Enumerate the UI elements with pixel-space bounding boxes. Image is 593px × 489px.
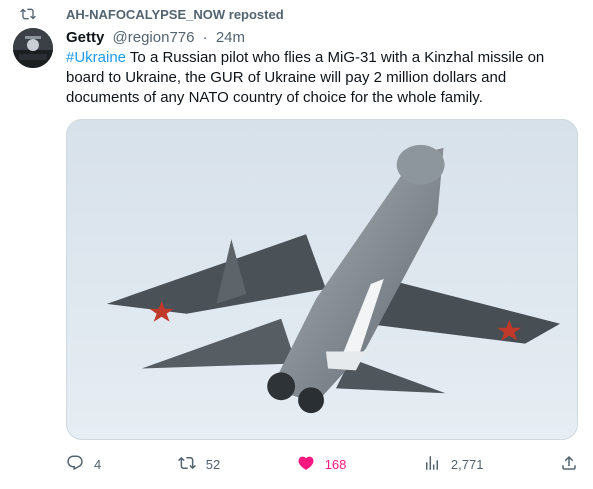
share-button[interactable]	[560, 454, 578, 475]
avatar[interactable]	[13, 28, 53, 68]
reply-icon	[66, 454, 84, 475]
reply-button[interactable]: 4	[66, 454, 101, 475]
views-button[interactable]: 2,771	[423, 454, 484, 475]
separator: ·	[202, 29, 208, 46]
views-count: 2,771	[450, 456, 484, 472]
author-name[interactable]: Getty	[66, 29, 104, 46]
like-count: 168	[324, 456, 347, 472]
views-icon	[423, 454, 441, 475]
repost-header: AH-NAFOCALYPSE_NOW reposted	[0, 5, 284, 23]
reply-count: 4	[94, 456, 102, 472]
author-handle[interactable]: @region776	[113, 29, 195, 46]
share-icon	[560, 454, 578, 475]
repost-icon	[0, 6, 50, 22]
tweet-image[interactable]	[66, 119, 578, 440]
tweet-body: To a Russian pilot who flies a MiG-31 wi…	[66, 49, 545, 106]
heart-icon	[297, 454, 315, 475]
repost-button[interactable]: 52	[177, 454, 221, 475]
tweet-text: #Ukraine To a Russian pilot who flies a …	[66, 48, 581, 108]
repost-count: 52	[205, 456, 221, 472]
tweet-header: Getty @region776 · 24m	[66, 28, 245, 48]
repost-icon	[177, 454, 196, 475]
timestamp[interactable]: 24m	[216, 29, 245, 46]
tweet-actions: 4 52 168 2,771	[66, 450, 578, 478]
repost-label[interactable]: AH-NAFOCALYPSE_NOW reposted	[66, 7, 284, 22]
like-button[interactable]: 168	[297, 454, 347, 475]
hashtag-link[interactable]: #Ukraine	[66, 49, 126, 66]
